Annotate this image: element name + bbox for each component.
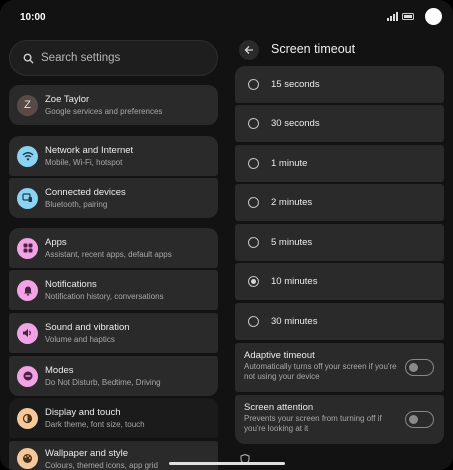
search-placeholder: Search settings	[41, 52, 121, 64]
option-label: 10 minutes	[271, 276, 318, 287]
palette-icon	[17, 448, 38, 469]
status-bar: 10:00	[0, 0, 453, 34]
settings-item-title: Notifications	[45, 278, 97, 290]
option-label: 2 minutes	[271, 197, 313, 208]
option-label: 30 minutes	[271, 316, 318, 327]
wifi-icon	[17, 145, 38, 167]
option-label: 1 minute	[271, 158, 308, 169]
settings-item-subtitle: Volume and haptics	[45, 334, 115, 344]
option-label: 15 seconds	[271, 79, 320, 90]
settings-item-title: Network and Internet	[45, 144, 134, 156]
radio-button[interactable]	[248, 237, 259, 248]
settings-list-pane: Search settings Z Zoe Taylor Google serv…	[0, 34, 227, 470]
radio-button[interactable]	[248, 118, 259, 129]
settings-item-title: Modes	[45, 364, 74, 376]
settings-item-connected-devices[interactable]: Connected devices Bluetooth, pairing	[9, 178, 218, 218]
avatar: Z	[17, 94, 38, 116]
settings-item-wallpaper[interactable]: Wallpaper and style Colours, themed icon…	[9, 441, 218, 470]
settings-item-subtitle: Assistant, recent apps, default apps	[45, 249, 172, 259]
gesture-nav-handle[interactable]	[169, 462, 285, 465]
screen-attention-row[interactable]: Screen attention Prevents your screen fr…	[235, 395, 444, 444]
option-label: 5 minutes	[271, 237, 313, 248]
status-icons	[387, 12, 414, 21]
timeout-option-10-minutes[interactable]: 10 minutes	[235, 263, 444, 300]
camera-cutout	[425, 8, 442, 25]
settings-item-account[interactable]: Z Zoe Taylor Google services and prefere…	[9, 85, 218, 125]
wifi-signal-icon	[387, 12, 398, 21]
screen-timeout-pane: Screen timeout 15 seconds 30 seconds 1 m…	[227, 34, 453, 470]
back-button[interactable]	[239, 40, 259, 60]
toggle-description: Automatically turns off your screen if y…	[244, 362, 397, 381]
settings-item-subtitle: Mobile, Wi-Fi, hotspot	[45, 157, 123, 167]
display-icon	[17, 407, 38, 429]
radio-button[interactable]	[248, 158, 259, 169]
switch-knob	[409, 414, 418, 424]
devices-icon	[17, 187, 38, 209]
arrow-back-icon	[244, 46, 253, 54]
timeout-option-1-minute[interactable]: 1 minute	[235, 145, 444, 182]
radio-button-selected[interactable]	[248, 276, 259, 287]
settings-item-title: Zoe Taylor	[45, 93, 90, 105]
settings-item-display[interactable]: Display and touch Dark theme, font size,…	[9, 398, 218, 438]
adaptive-timeout-row[interactable]: Adaptive timeout Automatically turns off…	[235, 343, 444, 392]
timeout-option-5-minutes[interactable]: 5 minutes	[235, 224, 444, 261]
page-title: Screen timeout	[271, 42, 356, 56]
device-frame: 10:00 Search settings Z Zoe Taylor Googl…	[0, 0, 453, 470]
settings-item-title: Display and touch	[45, 406, 121, 418]
settings-item-subtitle: Colours, themed icons, app grid	[45, 461, 158, 470]
screen-attention-switch[interactable]	[405, 411, 434, 428]
radio-button[interactable]	[248, 79, 259, 90]
settings-item-notifications[interactable]: Notifications Notification history, conv…	[9, 270, 218, 310]
settings-item-title: Sound and vibration	[45, 321, 130, 333]
switch-knob	[409, 362, 418, 372]
settings-item-subtitle: Dark theme, font size, touch	[45, 419, 145, 429]
settings-item-network[interactable]: Network and Internet Mobile, Wi-Fi, hots…	[9, 136, 218, 176]
settings-item-sound[interactable]: Sound and vibration Volume and haptics	[9, 313, 218, 353]
option-label: 30 seconds	[271, 118, 320, 129]
settings-item-title: Wallpaper and style	[45, 448, 129, 459]
settings-item-subtitle: Google services and preferences	[45, 106, 163, 116]
status-time: 10:00	[20, 12, 46, 23]
timeout-option-15-seconds[interactable]: 15 seconds	[235, 66, 444, 103]
bell-icon	[17, 279, 38, 301]
apps-icon	[17, 237, 38, 259]
settings-item-modes[interactable]: Modes Do Not Disturb, Bedtime, Driving	[9, 356, 218, 396]
timeout-option-2-minutes[interactable]: 2 minutes	[235, 184, 444, 221]
timeout-option-30-seconds[interactable]: 30 seconds	[235, 105, 444, 142]
settings-item-apps[interactable]: Apps Assistant, recent apps, default app…	[9, 228, 218, 268]
toggle-description: Prevents your screen from turning off if…	[244, 414, 382, 433]
adaptive-timeout-switch[interactable]	[405, 359, 434, 376]
modes-icon	[17, 365, 38, 387]
settings-item-subtitle: Bluetooth, pairing	[45, 199, 108, 209]
settings-item-subtitle: Notification history, conversations	[45, 291, 164, 301]
settings-item-title: Connected devices	[45, 186, 126, 198]
settings-item-subtitle: Do Not Disturb, Bedtime, Driving	[45, 377, 161, 387]
settings-item-title: Apps	[45, 236, 67, 248]
search-bar[interactable]: Search settings	[9, 40, 218, 76]
radio-button[interactable]	[248, 197, 259, 208]
battery-icon	[402, 13, 414, 20]
search-icon	[23, 53, 34, 64]
radio-button[interactable]	[248, 316, 259, 327]
timeout-option-30-minutes[interactable]: 30 minutes	[235, 303, 444, 340]
speaker-icon	[17, 322, 38, 344]
